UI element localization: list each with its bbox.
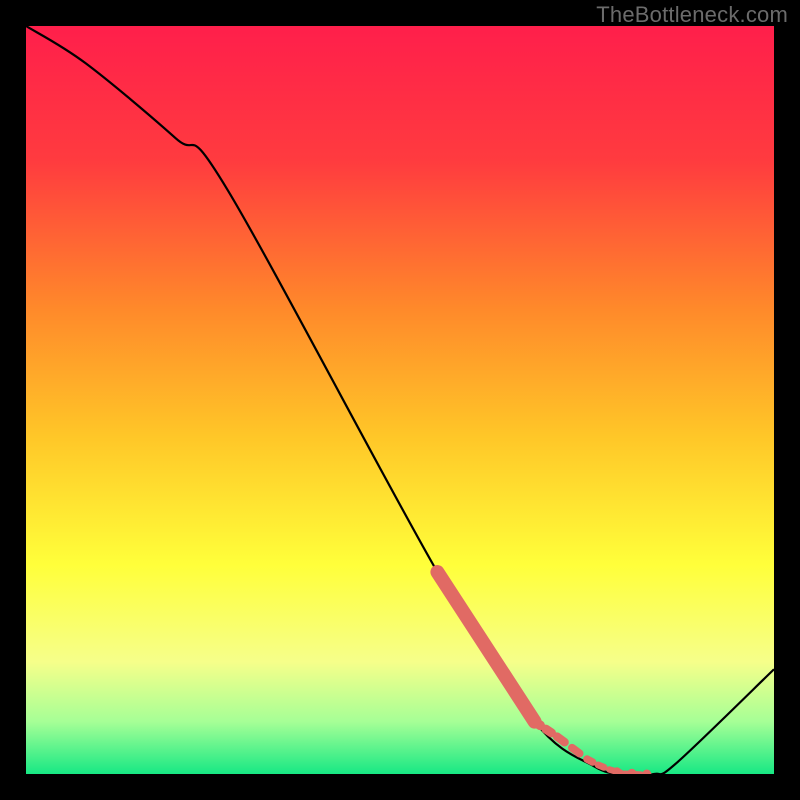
chart-background xyxy=(26,26,774,774)
bottleneck-chart xyxy=(0,0,800,800)
watermark-label: TheBottleneck.com xyxy=(596,2,788,28)
chart-container: TheBottleneck.com xyxy=(0,0,800,800)
